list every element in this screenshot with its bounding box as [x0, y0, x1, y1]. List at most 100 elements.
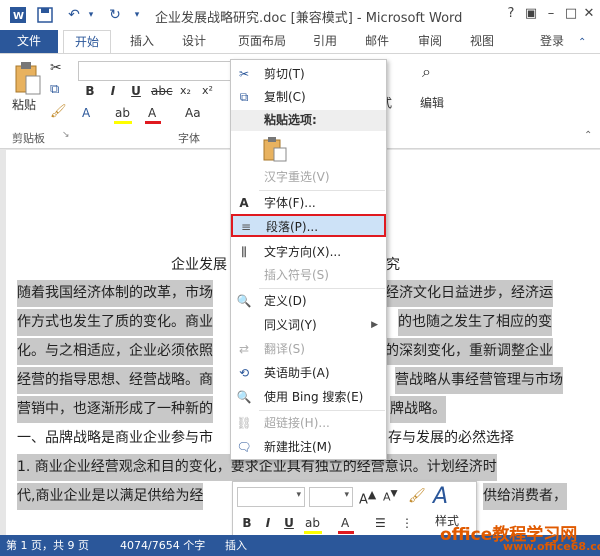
mini-underline-button[interactable]: U [281, 516, 297, 534]
undo-icon[interactable]: ↶ [64, 5, 84, 25]
mini-font-color-icon[interactable]: A [341, 516, 349, 530]
menu-item-english-assistant[interactable]: ⟲ 英语助手(A) [231, 362, 386, 385]
minimize-icon[interactable]: – [540, 4, 562, 24]
mini-size-combo[interactable]: ▾ [309, 487, 353, 507]
text-line: 的也随之发生了相应的变 [398, 309, 552, 336]
highlight-icon[interactable]: ab [115, 106, 130, 120]
define-icon: 🔍 [236, 294, 252, 308]
undo-dropdown-icon[interactable]: ▾ [86, 5, 96, 25]
numbering-icon[interactable]: ⋮ [401, 516, 413, 530]
find-binoculars-icon[interactable]: ⌕ [422, 62, 431, 82]
paste-button-label[interactable]: 粘贴 [12, 96, 36, 113]
menu-item-insert-symbol[interactable]: 插入符号(S) [231, 264, 386, 287]
login-link[interactable]: 登录 [540, 30, 564, 53]
copy-icon: ⧉ [239, 90, 249, 104]
strikethrough-icon[interactable]: abc [151, 84, 173, 98]
svg-text:W: W [13, 11, 24, 22]
paste-keep-text-icon[interactable] [262, 136, 288, 165]
font-color-icon[interactable]: A [148, 106, 156, 120]
mini-italic-button[interactable]: I [260, 516, 276, 534]
bold-button[interactable]: B [82, 84, 98, 102]
tab-mailings[interactable]: 邮件 [355, 30, 399, 53]
superscript-icon[interactable]: x² [202, 84, 213, 97]
word-logo-icon[interactable]: W [10, 5, 26, 25]
tab-review[interactable]: 审阅 [408, 30, 452, 53]
menu-item-font[interactable]: A 字体(F)... [231, 192, 386, 215]
text-line: 营战略从事经营管理与市场 [395, 367, 563, 394]
font-icon: A [239, 196, 249, 210]
text-direction-icon: ⫼ [241, 245, 247, 259]
menu-separator [259, 190, 385, 191]
subscript-icon[interactable]: x₂ [180, 84, 191, 97]
tab-home[interactable]: 开始 [63, 30, 111, 54]
grow-font-icon[interactable]: A▲ [359, 488, 376, 507]
mini-font-combo[interactable]: ▾ [237, 487, 305, 507]
italic-button[interactable]: I [105, 84, 121, 102]
ribbon-tabs: 文件 开始 插入 设计 页面布局 引用 邮件 审阅 视图 登录 ⌃ [0, 30, 600, 54]
font-name-combo[interactable] [78, 61, 238, 81]
cut-icon[interactable]: ✂ [50, 60, 62, 76]
format-painter-icon[interactable]: 🖌 [50, 104, 67, 119]
tab-references[interactable]: 引用 [303, 30, 347, 53]
paste-icon[interactable] [12, 60, 42, 96]
collapse-ribbon-arrow-icon[interactable]: ⌃ [584, 130, 592, 141]
hyperlink-icon: ⛓ [236, 416, 252, 430]
text-line: 经济文化日益进步，经济运 [385, 280, 553, 307]
text-effects-icon[interactable]: A [82, 106, 90, 120]
tab-file[interactable]: 文件 [0, 30, 58, 53]
save-icon[interactable] [36, 5, 54, 25]
english-assistant-icon: ⟲ [238, 366, 250, 380]
copy-icon[interactable]: ⧉ [50, 82, 59, 97]
menu-item-define[interactable]: 🔍 定义(D) [231, 290, 386, 313]
heading-line: 存与发展的必然选择 [388, 430, 514, 446]
menu-item-cut[interactable]: ✂ 剪切(T) [231, 63, 386, 86]
font-size-icon[interactable]: Aa [185, 106, 201, 120]
new-comment-icon: 🗨 [236, 440, 252, 454]
title-bar: W ↶ ▾ ↻ ▾ 企业发展战略研究.doc [兼容模式] - Microsof… [0, 0, 600, 30]
menu-item-bing-search[interactable]: 🔍 使用 Bing 搜索(E) [231, 386, 386, 409]
underline-button[interactable]: U [128, 84, 144, 102]
help-icon[interactable]: ? [500, 4, 522, 24]
menu-item-translate[interactable]: ⇄ 翻译(S) [231, 338, 386, 361]
bullets-icon[interactable]: ☰ [375, 516, 386, 530]
edit-button[interactable]: 编辑 [420, 94, 444, 111]
watermark-url: www.office68.com [503, 540, 600, 553]
customize-qat-icon[interactable]: ▾ [130, 5, 144, 25]
font-color-bar [145, 121, 161, 124]
collapse-ribbon-icon[interactable]: ⌃ [578, 32, 586, 52]
chevron-down-icon: ▾ [344, 490, 349, 500]
doc-title-left: 企业发展 [171, 257, 227, 273]
highlight-color-bar [114, 121, 132, 124]
context-menu: ✂ 剪切(T) ⧉ 复制(C) 📋 粘贴选项: 汉字重选(V) A 字体(F).… [230, 59, 387, 460]
ribbon-display-icon[interactable]: ▣ [520, 4, 542, 24]
menu-item-synonyms[interactable]: 同义词(Y) ▶ [231, 314, 386, 337]
redo-icon[interactable]: ↻ [105, 5, 125, 25]
menu-item-new-comment[interactable]: 🗨 新建批注(M) [231, 436, 386, 459]
page-margin [0, 150, 6, 535]
menu-item-paragraph[interactable]: ≡ 段落(P)... [231, 214, 386, 237]
styles-icon[interactable]: A [433, 484, 448, 509]
page-count[interactable]: 第 1 页，共 9 页 [6, 535, 89, 556]
menu-separator [259, 410, 385, 411]
chevron-down-icon: ▾ [296, 490, 301, 500]
word-count[interactable]: 4074/7654 个字 [120, 535, 205, 556]
clipboard-launcher-icon[interactable]: ↘ [62, 130, 70, 140]
insert-mode[interactable]: 插入 [225, 535, 247, 556]
tab-page-layout[interactable]: 页面布局 [228, 30, 296, 53]
menu-item-copy[interactable]: ⧉ 复制(C) [231, 86, 386, 109]
menu-item-hyperlink[interactable]: ⛓ 超链接(H)... [231, 412, 386, 435]
text-line: 的深刻变化，重新调整企业 [385, 338, 553, 365]
menu-item-hanzi-reconvert[interactable]: 汉字重选(V) [231, 166, 386, 189]
close-icon[interactable]: ✕ [578, 4, 600, 24]
mini-bold-button[interactable]: B [239, 516, 255, 534]
translate-icon: ⇄ [238, 342, 250, 356]
mini-highlight-icon[interactable]: ab [305, 516, 320, 530]
paragraph-icon: ≡ [240, 220, 252, 234]
shrink-font-icon[interactable]: A▼ [383, 488, 398, 504]
tab-design[interactable]: 设计 [172, 30, 216, 53]
tab-view[interactable]: 视图 [460, 30, 504, 53]
format-painter-icon[interactable]: 🖌 [408, 488, 426, 504]
tab-insert[interactable]: 插入 [120, 30, 164, 53]
menu-item-text-direction[interactable]: ⫼ 文字方向(X)... [231, 241, 386, 264]
text-line: 牌战略。 [390, 396, 446, 423]
